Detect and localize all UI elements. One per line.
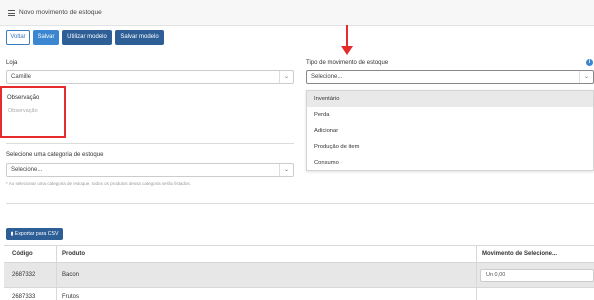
salvar-modelo-button[interactable]: Salvar modelo xyxy=(115,30,164,45)
dropdown-option-inventario[interactable]: Inventário xyxy=(307,91,593,107)
top-bar: Novo movimento de estoque xyxy=(0,0,594,26)
section-divider xyxy=(6,203,594,204)
loja-label: Loja xyxy=(6,60,18,66)
movimento-input[interactable]: Un 0,00 xyxy=(480,269,594,282)
dropdown-option-adicionar[interactable]: Adicionar xyxy=(307,123,593,139)
chevron-down-icon: ⌄ xyxy=(279,164,293,176)
column-header-codigo[interactable]: Código xyxy=(12,251,33,257)
tipo-movimento-dropdown: Inventário Perda Adicionar Produção de i… xyxy=(306,90,594,171)
column-divider xyxy=(476,245,477,300)
annotation-arrow-icon xyxy=(341,46,353,55)
loja-select[interactable]: Camille ⌄ xyxy=(6,70,294,84)
column-header-produto[interactable]: Produto xyxy=(62,251,85,257)
page-title: Novo movimento de estoque xyxy=(8,9,102,16)
dropdown-option-producao-de-item[interactable]: Produção de item xyxy=(307,139,593,155)
observacao-underline xyxy=(6,143,294,144)
table-row[interactable]: 2687332 Bacon Un 0,00 xyxy=(4,263,594,288)
column-divider xyxy=(56,245,57,300)
tipo-movimento-value: Selecione... xyxy=(311,74,343,80)
utilizar-modelo-button[interactable]: Utilizar modelo xyxy=(62,30,112,45)
annotation-arrow-shaft xyxy=(346,25,348,48)
loja-value: Camille xyxy=(11,74,32,80)
dropdown-option-consumo[interactable]: Consumo xyxy=(307,155,593,171)
chevron-down-icon: ⌄ xyxy=(279,71,293,83)
export-csv-button[interactable]: ▮ Exportar para CSV xyxy=(6,228,63,240)
table-header: Código Produto Movimento de Selecione... xyxy=(4,245,594,263)
page-title-text: Novo movimento de estoque xyxy=(19,9,102,16)
annotation-highlight-box xyxy=(0,86,66,138)
info-icon[interactable]: i xyxy=(586,59,593,66)
cell-produto: Bacon xyxy=(62,272,80,278)
cell-codigo: 2687332 xyxy=(12,272,36,278)
voltar-button[interactable]: Voltar xyxy=(6,30,30,45)
categoria-select[interactable]: Selecione... ⌄ xyxy=(6,163,294,177)
column-header-movimento[interactable]: Movimento de Selecione... xyxy=(482,251,557,257)
dropdown-option-perda[interactable]: Perda xyxy=(307,107,593,123)
cell-produto: Frutos xyxy=(62,294,80,300)
tipo-movimento-label: Tipo de movimento de estoque xyxy=(306,60,389,66)
categoria-label: Selecione uma categoria de estoque xyxy=(6,152,104,158)
table-row[interactable]: 2687333 Frutos xyxy=(4,288,594,300)
categoria-value: Selecione... xyxy=(11,167,43,173)
export-csv-label: Exportar para CSV xyxy=(14,231,59,237)
cell-codigo: 2687333 xyxy=(12,294,36,300)
chevron-down-icon: ⌄ xyxy=(579,71,593,83)
salvar-button[interactable]: Salvar xyxy=(33,30,59,45)
categoria-hint: * Ao selecionar uma categoria de estoque… xyxy=(6,181,191,186)
menu-icon[interactable] xyxy=(8,9,15,16)
tipo-movimento-select[interactable]: Selecione... ⌄ xyxy=(306,70,594,84)
